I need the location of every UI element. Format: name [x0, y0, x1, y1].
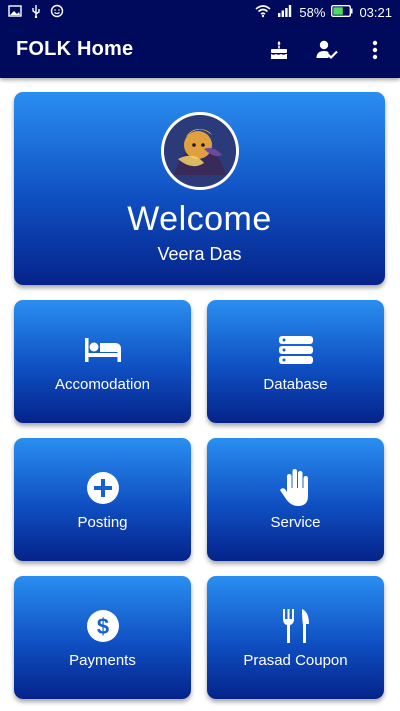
welcome-title: Welcome: [127, 200, 272, 238]
tile-payments[interactable]: $ Payments: [14, 576, 191, 699]
profile-verified-button[interactable]: [312, 37, 342, 67]
battery-percent: 58%: [299, 5, 326, 20]
restaurant-icon: [276, 606, 316, 646]
clock-time: 03:21: [359, 5, 392, 20]
tile-posting[interactable]: Posting: [14, 438, 191, 561]
dollar-icon: $: [83, 606, 123, 646]
app-bar: FOLK Home: [0, 24, 400, 78]
image-icon: [8, 4, 22, 21]
svg-text:$: $: [96, 614, 108, 639]
birthday-button[interactable]: [264, 37, 294, 67]
tile-accomodation[interactable]: Accomodation: [14, 300, 191, 423]
battery-icon: [331, 4, 353, 21]
tile-label: Accomodation: [54, 376, 151, 393]
bed-icon: [83, 330, 123, 370]
usb-icon: [30, 4, 42, 21]
person-check-icon: [315, 39, 339, 66]
avatar[interactable]: [160, 112, 239, 190]
tile-label: Posting: [77, 514, 128, 531]
signal-icon: [277, 4, 293, 22]
hand-icon: [276, 468, 316, 508]
overflow-menu-button[interactable]: [360, 37, 390, 67]
tile-label: Database: [263, 376, 328, 393]
add-circle-icon: [83, 468, 123, 508]
tile-service[interactable]: Service: [207, 438, 384, 561]
user-name: Veera Das: [157, 244, 242, 264]
tile-label: Service: [270, 514, 321, 531]
cake-icon: [268, 39, 290, 66]
tile-label: Payments: [69, 652, 136, 669]
smiley-icon: [50, 4, 64, 21]
welcome-card[interactable]: Welcome Veera Das: [14, 92, 385, 285]
app-title: FOLK Home: [16, 38, 134, 60]
more-vert-icon: [372, 40, 378, 65]
database-icon: [276, 330, 316, 370]
tile-prasad-coupon[interactable]: Prasad Coupon: [207, 576, 384, 699]
wifi-icon: [255, 4, 271, 22]
tile-label: Prasad Coupon: [243, 652, 348, 669]
status-bar: 58% 03:21: [0, 0, 400, 24]
tile-database[interactable]: Database: [207, 300, 384, 423]
